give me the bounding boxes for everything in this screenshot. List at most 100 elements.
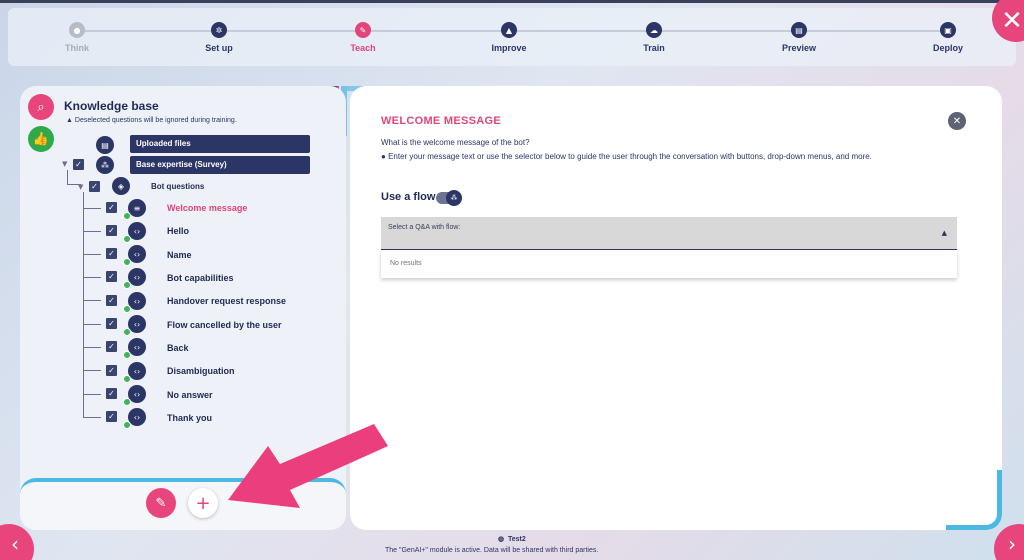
- list-item[interactable]: Disambiguation: [167, 366, 235, 376]
- editor-title: WELCOME MESSAGE: [381, 115, 502, 127]
- share-icon: ⁂: [96, 156, 114, 174]
- workflow-stepper: ● Think ✲ Set up ✎ Teach ▲ Improve ☁ Tra…: [8, 8, 1016, 66]
- bot-name: ◍ Test2: [498, 536, 526, 543]
- caret-down-icon[interactable]: ▼: [62, 160, 67, 168]
- tree-connector: [83, 277, 101, 278]
- select-label: Select a Q&A with flow:: [388, 224, 461, 231]
- warning-icon: ▲: [66, 117, 73, 124]
- list-item[interactable]: Back: [167, 343, 189, 353]
- caret-down-icon[interactable]: ▼: [78, 183, 83, 191]
- no-results-text: No results: [390, 260, 422, 267]
- select-dropdown: No results: [381, 251, 957, 278]
- status-badge: [123, 281, 131, 289]
- checkbox-item[interactable]: ✓: [106, 295, 117, 306]
- checkbox-base-expertise[interactable]: ✓: [73, 159, 84, 170]
- gear-icon: ✲: [211, 22, 227, 38]
- window-icon: ▤: [791, 22, 807, 38]
- close-icon: ✕: [952, 115, 962, 127]
- editor-question: What is the welcome message of the bot?: [381, 138, 530, 147]
- search-button[interactable]: ⌕: [28, 94, 54, 120]
- list-item[interactable]: Bot capabilities: [167, 273, 234, 283]
- rocket-icon: ▲: [501, 22, 517, 38]
- bot-questions-item[interactable]: Bot questions: [151, 182, 204, 191]
- step-label: Preview: [781, 43, 817, 53]
- list-item[interactable]: Thank you: [167, 413, 212, 423]
- checkbox-item[interactable]: ✓: [106, 225, 117, 236]
- edit-button[interactable]: ✎: [146, 488, 176, 518]
- checkbox-item[interactable]: ✓: [106, 341, 117, 352]
- status-badge: [123, 351, 131, 359]
- tree-connector: [67, 170, 68, 184]
- deploy-icon: ▣: [940, 22, 956, 38]
- step-label: Train: [643, 43, 665, 53]
- genai-notice: The "GenAI+" module is active. Data will…: [385, 547, 599, 554]
- step-teach[interactable]: ✎ Teach: [323, 22, 403, 53]
- thumbs-up-icon: 👍: [32, 131, 50, 147]
- list-item[interactable]: Handover request response: [167, 296, 286, 306]
- list-item[interactable]: No answer: [167, 390, 213, 400]
- checkbox-item[interactable]: ✓: [106, 365, 117, 376]
- checkbox-item[interactable]: ✓: [106, 202, 117, 213]
- use-flow-label: Use a flow: [381, 191, 436, 203]
- editor-info: ● Enter your message text or use the sel…: [381, 152, 872, 161]
- step-train[interactable]: ☁ Train: [614, 22, 694, 53]
- next-button[interactable]: ›: [994, 524, 1024, 560]
- tree-connector: [83, 300, 101, 301]
- step-label: Teach: [350, 43, 376, 53]
- step-preview[interactable]: ▤ Preview: [759, 22, 839, 53]
- tree-connector: [83, 394, 101, 395]
- caret-up-icon: ▲: [941, 229, 947, 237]
- base-expertise-item[interactable]: Base expertise (Survey): [130, 156, 310, 174]
- status-badge: [123, 212, 131, 220]
- list-item[interactable]: Name: [167, 250, 192, 260]
- status-badge: [123, 421, 131, 429]
- checkbox-item[interactable]: ✓: [106, 388, 117, 399]
- close-button[interactable]: ✕: [948, 112, 966, 130]
- tree-connector: [83, 254, 101, 255]
- chevron-left-icon: ‹: [11, 532, 19, 556]
- checkbox-item[interactable]: ✓: [106, 411, 117, 422]
- annotation-arrow: [228, 424, 388, 508]
- tree-connector: [83, 231, 101, 232]
- tree-connector: [83, 208, 101, 209]
- step-label: Think: [65, 43, 89, 53]
- status-badge: [123, 375, 131, 383]
- tree-connector: [83, 192, 84, 418]
- bulb-icon: ●: [69, 22, 85, 38]
- step-label: Set up: [205, 43, 233, 53]
- document-icon: ▤: [96, 136, 114, 154]
- step-improve[interactable]: ▲ Improve: [469, 22, 549, 53]
- step-deploy[interactable]: ▣ Deploy: [908, 22, 988, 53]
- step-label: Deploy: [932, 43, 963, 53]
- step-set-up[interactable]: ✲ Set up: [179, 22, 259, 53]
- checkbox-bot-questions[interactable]: ✓: [89, 181, 100, 192]
- info-icon: ●: [381, 152, 386, 161]
- close-icon: ✕: [1001, 6, 1023, 36]
- cloud-icon: ☁: [646, 22, 662, 38]
- list-item[interactable]: Hello: [167, 226, 189, 236]
- checkbox-item[interactable]: ✓: [106, 318, 117, 329]
- step-think[interactable]: ● Think: [37, 22, 117, 53]
- plus-icon: +: [195, 492, 211, 514]
- list-item-welcome-message[interactable]: Welcome message: [167, 203, 247, 213]
- uploaded-files-item[interactable]: Uploaded files: [130, 135, 310, 153]
- status-badge: [123, 235, 131, 243]
- decorative-corner: [946, 470, 1002, 530]
- checkbox-item[interactable]: ✓: [106, 271, 117, 282]
- thumbs-up-button[interactable]: 👍: [28, 126, 54, 152]
- tree-connector: [83, 324, 101, 325]
- flow-icon: ◈: [112, 177, 130, 195]
- tree-connector: [83, 347, 101, 348]
- checkbox-item[interactable]: ✓: [106, 248, 117, 259]
- bot-icon: ◍: [498, 536, 505, 543]
- top-border: [0, 0, 1024, 3]
- welcome-message-editor: WELCOME MESSAGE ✕ What is the welcome me…: [350, 86, 1002, 530]
- list-item[interactable]: Flow cancelled by the user: [167, 320, 282, 330]
- flow-icon: ⁂: [446, 190, 462, 206]
- add-question-button[interactable]: +: [188, 488, 218, 518]
- pencil-icon: ✎: [355, 22, 371, 38]
- pencil-icon: ✎: [155, 495, 167, 511]
- step-label: Improve: [491, 43, 527, 53]
- flow-select[interactable]: Select a Q&A with flow: ▲: [381, 217, 957, 250]
- use-flow-toggle[interactable]: ⁂: [436, 190, 462, 206]
